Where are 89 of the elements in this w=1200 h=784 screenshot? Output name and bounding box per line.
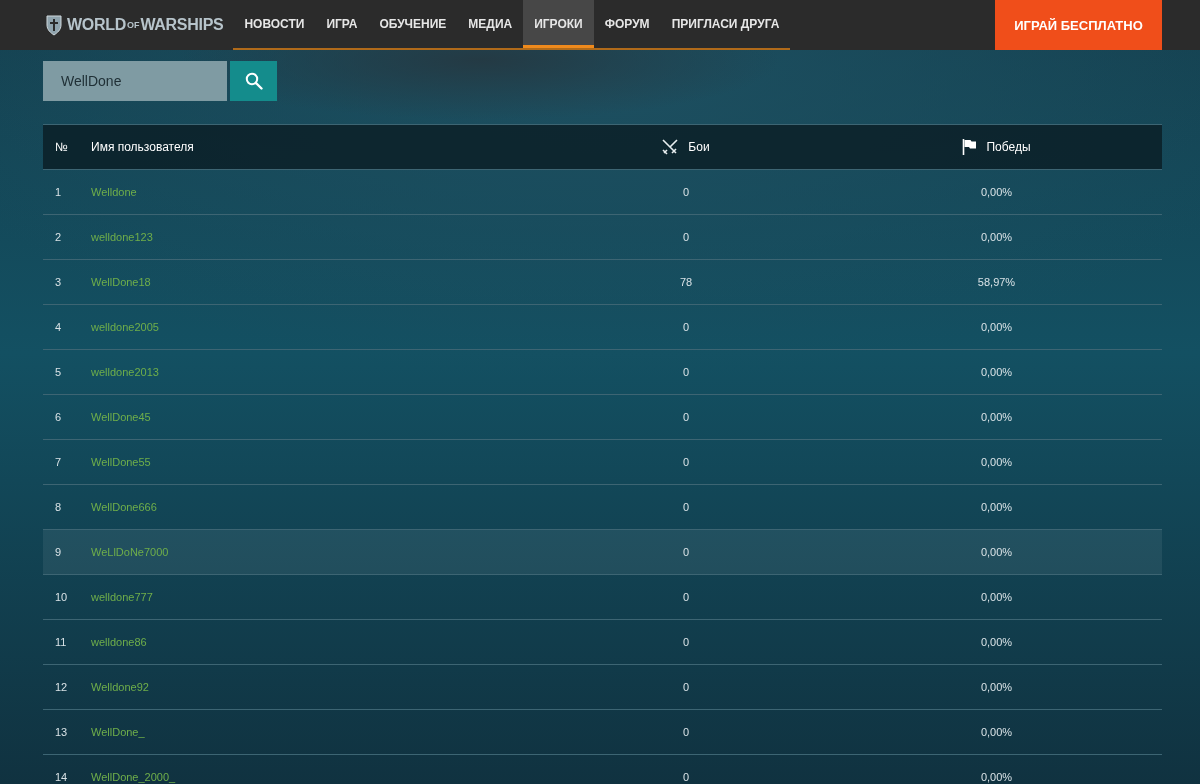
wins-cell-text: 0,00% [979, 366, 1014, 378]
logo-text: OF [126, 20, 140, 30]
row-number: 12 [54, 681, 69, 693]
wins-cell-text: 0,00% [979, 546, 1014, 558]
nav-tab[interactable]: ИГРА [315, 0, 369, 48]
nav-tab[interactable]: ПРИГЛАСИ ДРУГА [660, 0, 791, 48]
table-row[interactable]: 4 welldone2005 0 0,00% [43, 305, 1162, 350]
battles-cell-text: 0 [681, 546, 691, 558]
table-row[interactable]: 7 WellDone55 0 0,00% [43, 440, 1162, 485]
wins-cell-text: 0,00% [979, 501, 1014, 513]
row-number: 2 [54, 231, 63, 243]
wins-cell-text: 0,00% [979, 681, 1014, 693]
battles-cell-text: 0 [681, 411, 691, 423]
nav-tab[interactable]: МЕДИА [457, 0, 524, 48]
player-link[interactable]: welldone777 [91, 591, 153, 603]
table-row[interactable]: 11 welldone86 0 0,00% [43, 620, 1162, 665]
player-link[interactable]: welldone123 [91, 231, 153, 243]
player-link[interactable]: Welldone [91, 186, 137, 198]
nav-tab[interactable]: ИГРОКИ [523, 0, 594, 48]
nav-tab[interactable]: ОБУЧЕНИЕ [368, 0, 458, 48]
row-number: 1 [54, 186, 63, 198]
table-row[interactable]: 10 welldone777 0 0,00% [43, 575, 1162, 620]
battles-cell-text: 0 [681, 681, 691, 693]
battles-cell-text: 0 [681, 366, 691, 378]
battles-cell-text: 0 [681, 186, 691, 198]
wins-cell-text: 0,00% [979, 231, 1014, 243]
row-number: 11 [54, 636, 68, 648]
table-row[interactable]: 6 WellDone45 0 0,00% [43, 395, 1162, 440]
table-row[interactable]: 3 WellDone18 78 58,97% [43, 260, 1162, 305]
column-header: Бои [688, 140, 710, 154]
wins-cell-text: 0,00% [979, 591, 1014, 603]
battles-cell-text: 0 [681, 636, 691, 648]
table-row[interactable]: 2 welldone123 0 0,00% [43, 215, 1162, 260]
player-link[interactable]: WellDone_2000_ [91, 771, 176, 783]
battles-cell-text: 0 [681, 231, 691, 243]
table-row[interactable]: 12 Welldone92 0 0,00% [43, 665, 1162, 710]
column-header: Имя пользователя [91, 140, 195, 154]
wins-cell-text: 0,00% [979, 456, 1014, 468]
table-row[interactable]: 13 WellDone_ 0 0,00% [43, 710, 1162, 755]
row-number: 9 [54, 546, 63, 558]
table-row[interactable]: 5 welldone2013 0 0,00% [43, 350, 1162, 395]
battles-cell-text: 0 [681, 456, 691, 468]
table-row[interactable]: 1 Welldone 0 0,00% [43, 170, 1162, 215]
player-link[interactable]: welldone86 [91, 636, 147, 648]
logo-text: WARSHIPS [140, 16, 224, 34]
column-header: № [54, 140, 69, 154]
table-row[interactable]: 8 WellDone666 0 0,00% [43, 485, 1162, 530]
row-number: 14 [54, 771, 69, 783]
player-link[interactable]: WellDone666 [91, 501, 157, 513]
crossed-swords-icon [662, 139, 679, 155]
row-number: 8 [54, 501, 63, 513]
wins-cell-text: 0,00% [979, 771, 1014, 783]
battles-cell-text: 78 [678, 276, 694, 288]
shield-icon [45, 14, 63, 36]
wins-cell-text: 58,97% [976, 276, 1017, 288]
player-link[interactable]: WellDone55 [91, 456, 151, 468]
battles-cell-text: 0 [681, 591, 691, 603]
row-number: 6 [54, 411, 63, 423]
battles-cell-text: 0 [681, 321, 691, 333]
row-number: 4 [54, 321, 63, 333]
column-header: Победы [986, 140, 1031, 154]
logo-text: WORLD [67, 16, 126, 34]
wins-cell-text: 0,00% [979, 186, 1014, 198]
player-link[interactable]: WellDone_ [91, 726, 145, 738]
row-number: 3 [54, 276, 63, 288]
wins-cell-text: 0,00% [979, 726, 1014, 738]
logo[interactable]: WORLDOFWARSHIPS [45, 0, 224, 50]
flag-icon [962, 139, 977, 155]
search-button[interactable] [230, 61, 277, 101]
nav-tab[interactable]: НОВОСТИ [233, 0, 316, 48]
wins-cell-text: 0,00% [979, 411, 1014, 423]
battles-cell-text: 0 [681, 501, 691, 513]
search-field[interactable]: WellDone [43, 61, 227, 101]
row-number: 10 [54, 591, 69, 603]
table-row[interactable]: 14 WellDone_2000_ 0 0,00% [43, 755, 1162, 784]
wins-cell-text: 0,00% [979, 321, 1014, 333]
row-number: 7 [54, 456, 63, 468]
battles-cell-text: 0 [681, 771, 691, 783]
row-number: 13 [54, 726, 69, 738]
search-icon [244, 72, 263, 90]
row-number: 5 [54, 366, 63, 378]
nav-tab[interactable]: ФОРУМ [593, 0, 661, 48]
play-button[interactable]: ИГРАЙ БЕСПЛАТНО [995, 0, 1162, 50]
battles-cell-text: 0 [681, 726, 691, 738]
player-link[interactable]: WellDone18 [91, 276, 151, 288]
table-row[interactable]: 9 WeLlDoNe7000 0 0,00% [43, 530, 1162, 575]
wins-cell-text: 0,00% [979, 636, 1014, 648]
player-link[interactable]: Welldone92 [91, 681, 149, 693]
player-link[interactable]: WellDone45 [91, 411, 151, 423]
